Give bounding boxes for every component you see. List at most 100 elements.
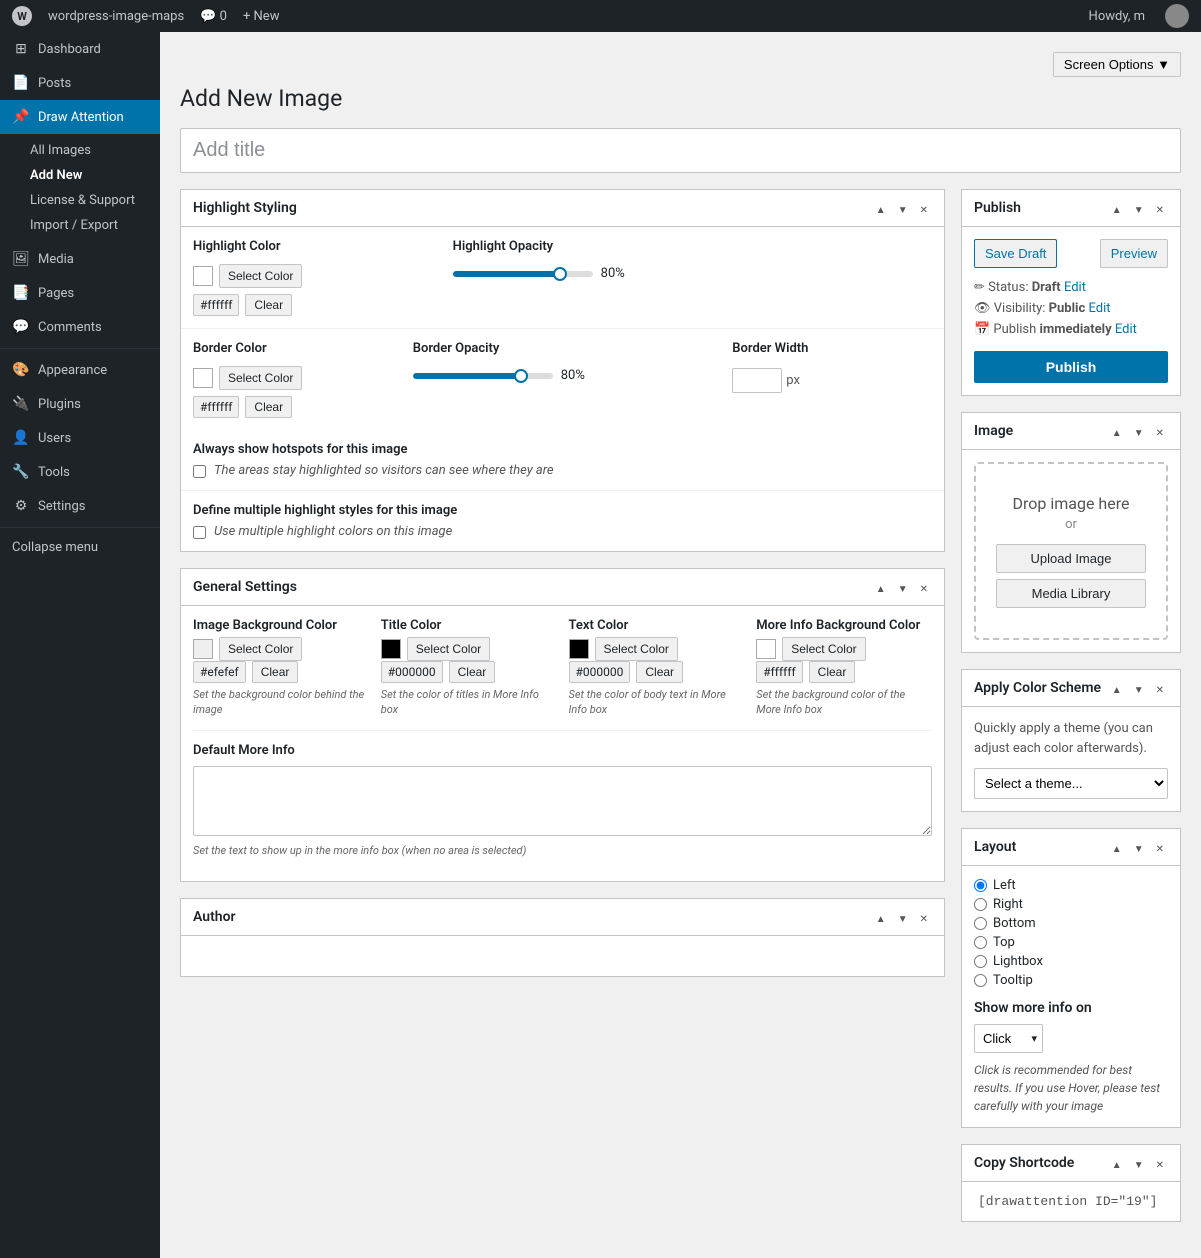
metabox-collapse-up[interactable] — [872, 198, 890, 218]
sidebar-item-media[interactable]: 🖼 Media — [0, 242, 160, 276]
image-header[interactable]: Image — [962, 413, 1180, 450]
border-opacity-slider[interactable] — [413, 373, 553, 379]
highlight-select-color-btn[interactable]: Select Color — [219, 264, 302, 288]
border-color-swatch[interactable] — [193, 368, 213, 388]
text-clear-btn[interactable]: Clear — [636, 661, 683, 683]
layout-radio-left[interactable] — [974, 879, 987, 892]
publish-header[interactable]: Publish — [962, 190, 1180, 227]
sidebar-item-comments[interactable]: 💬 Comments — [0, 310, 160, 344]
title-input[interactable] — [180, 128, 1181, 173]
border-select-color-btn[interactable]: Select Color — [219, 366, 302, 390]
general-settings-header[interactable]: General Settings — [181, 569, 944, 606]
site-name[interactable]: wordpress-image-maps — [48, 9, 184, 24]
layout-header[interactable]: Layout — [962, 829, 1180, 866]
layout-radio-lightbox[interactable] — [974, 955, 987, 968]
copy-shortcode-collapse-down[interactable] — [1130, 1153, 1148, 1173]
title-clear-btn[interactable]: Clear — [449, 661, 496, 683]
image-collapse-up[interactable] — [1108, 421, 1126, 441]
highlight-color-swatch[interactable] — [193, 266, 213, 286]
layout-radio-top[interactable] — [974, 936, 987, 949]
layout-radio-right[interactable] — [974, 898, 987, 911]
image-close[interactable] — [1152, 421, 1168, 441]
sidebar-item-appearance[interactable]: 🎨 Appearance — [0, 353, 160, 387]
shortcode-value[interactable]: [drawattention ID="19"] — [974, 1190, 1161, 1213]
metabox-collapse-down[interactable] — [894, 198, 912, 218]
publish-button[interactable]: Publish — [974, 351, 1168, 383]
layout-radio-bottom[interactable] — [974, 917, 987, 930]
image-drop-zone[interactable]: Drop image here or Upload Image Media Li… — [974, 462, 1168, 640]
publish-collapse-down[interactable] — [1130, 198, 1148, 218]
sidebar-sub-add-new[interactable]: Add New — [0, 163, 160, 188]
multiple-highlight-checkbox[interactable] — [193, 526, 206, 539]
publish-date-edit-link[interactable]: Edit — [1115, 322, 1137, 337]
sidebar-item-pages[interactable]: 📑 Pages — [0, 276, 160, 310]
media-library-button[interactable]: Media Library — [996, 579, 1146, 608]
color-scheme-close[interactable] — [1152, 678, 1168, 698]
text-color-swatch[interactable] — [569, 639, 589, 659]
upload-image-button[interactable]: Upload Image — [996, 544, 1146, 573]
copy-shortcode-close[interactable] — [1152, 1153, 1168, 1173]
more-info-bg-select-btn[interactable]: Select Color — [782, 637, 865, 661]
layout-option-top[interactable]: Top — [974, 935, 1168, 950]
color-scheme-collapse-down[interactable] — [1130, 678, 1148, 698]
layout-collapse-up[interactable] — [1108, 837, 1126, 857]
layout-option-tooltip[interactable]: Tooltip — [974, 973, 1168, 988]
sidebar-item-tools[interactable]: 🔧 Tools — [0, 455, 160, 489]
new-button[interactable]: + New — [243, 9, 280, 24]
sidebar-sub-import-export[interactable]: Import / Export — [0, 213, 160, 238]
more-info-bg-swatch[interactable] — [756, 639, 776, 659]
sidebar-item-dashboard[interactable]: ⊞ Dashboard — [0, 32, 160, 66]
save-draft-button[interactable]: Save Draft — [974, 239, 1057, 268]
preview-button[interactable]: Preview — [1100, 239, 1168, 268]
layout-radio-tooltip[interactable] — [974, 974, 987, 987]
publish-collapse-up[interactable] — [1108, 198, 1126, 218]
author-close[interactable] — [916, 907, 932, 927]
more-info-bg-clear-btn[interactable]: Clear — [809, 661, 856, 683]
layout-option-bottom[interactable]: Bottom — [974, 916, 1168, 931]
theme-select[interactable]: Select a theme... — [974, 768, 1168, 799]
image-bg-select-btn[interactable]: Select Color — [219, 637, 302, 661]
sidebar-item-posts[interactable]: 📄 Posts — [0, 66, 160, 100]
image-bg-clear-btn[interactable]: Clear — [252, 661, 299, 683]
author-collapse-up[interactable] — [872, 907, 890, 927]
title-color-swatch[interactable] — [381, 639, 401, 659]
author-header[interactable]: Author — [181, 899, 944, 936]
general-close[interactable] — [916, 577, 932, 597]
layout-option-right[interactable]: Right — [974, 897, 1168, 912]
more-info-textarea[interactable] — [193, 766, 932, 836]
text-select-color-btn[interactable]: Select Color — [595, 637, 678, 661]
layout-close[interactable] — [1152, 837, 1168, 857]
visibility-edit-link[interactable]: Edit — [1089, 301, 1111, 316]
border-width-input[interactable]: 1 — [732, 368, 782, 393]
highlight-styling-header[interactable]: Highlight Styling — [181, 190, 944, 227]
sidebar-sub-all-images[interactable]: All Images — [0, 138, 160, 163]
copy-shortcode-collapse-up[interactable] — [1108, 1153, 1126, 1173]
metabox-close[interactable] — [916, 198, 932, 218]
color-scheme-collapse-up[interactable] — [1108, 678, 1126, 698]
border-clear-btn[interactable]: Clear — [245, 396, 292, 418]
author-collapse-down[interactable] — [894, 907, 912, 927]
highlight-opacity-slider[interactable] — [453, 271, 593, 277]
layout-collapse-down[interactable] — [1130, 837, 1148, 857]
collapse-menu[interactable]: Collapse menu — [0, 532, 160, 563]
screen-options-button[interactable]: Screen Options ▼ — [1053, 52, 1181, 77]
copy-shortcode-header[interactable]: Copy Shortcode — [962, 1145, 1180, 1182]
sidebar-item-plugins[interactable]: 🔌 Plugins — [0, 387, 160, 421]
highlight-clear-btn[interactable]: Clear — [245, 294, 292, 316]
image-collapse-down[interactable] — [1130, 421, 1148, 441]
title-select-color-btn[interactable]: Select Color — [407, 637, 490, 661]
general-collapse-down[interactable] — [894, 577, 912, 597]
general-collapse-up[interactable] — [872, 577, 890, 597]
publish-close[interactable] — [1152, 198, 1168, 218]
sidebar-item-users[interactable]: 👤 Users — [0, 421, 160, 455]
sidebar-item-settings[interactable]: ⚙ Settings — [0, 489, 160, 523]
layout-option-left[interactable]: Left — [974, 878, 1168, 893]
image-bg-swatch[interactable] — [193, 639, 213, 659]
status-edit-link[interactable]: Edit — [1064, 280, 1086, 295]
sidebar-sub-license-support[interactable]: License & Support — [0, 188, 160, 213]
comments-link[interactable]: 💬 0 — [200, 9, 227, 24]
sidebar-item-draw-attention[interactable]: 📌 Draw Attention — [0, 100, 160, 134]
always-show-checkbox[interactable] — [193, 465, 206, 478]
click-select[interactable]: Click Hover — [974, 1024, 1043, 1053]
layout-option-lightbox[interactable]: Lightbox — [974, 954, 1168, 969]
